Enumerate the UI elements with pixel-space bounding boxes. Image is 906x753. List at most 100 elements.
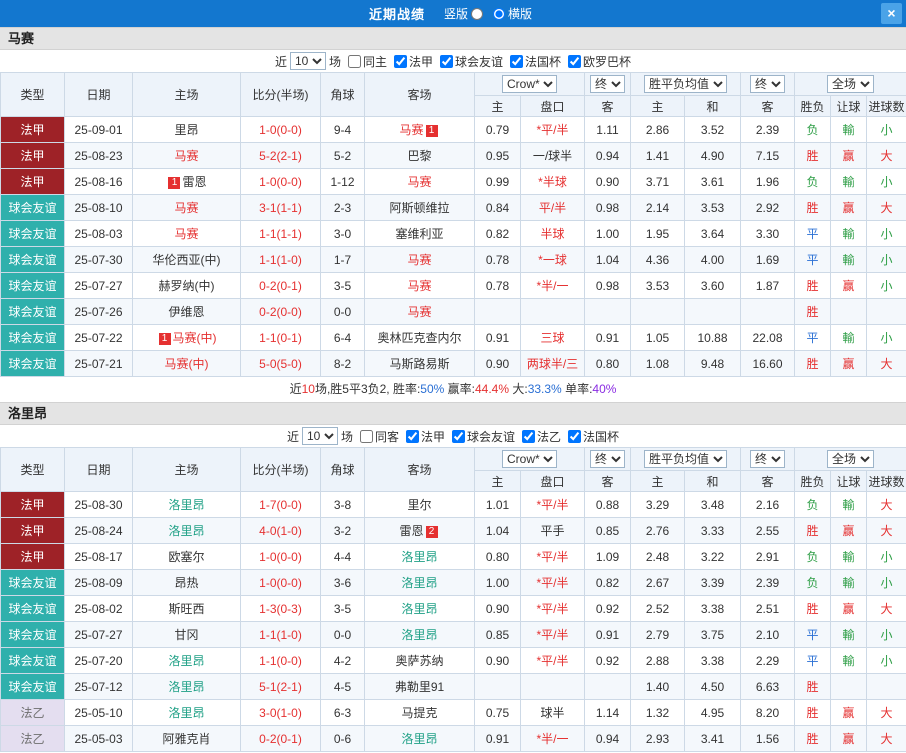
odds-away	[741, 299, 795, 325]
match-row: 球会友谊25-08-09昂热1-0(0-0)3-6洛里昂1.00*平/半0.82…	[1, 570, 906, 596]
corners: 4-5	[321, 674, 365, 700]
scope-select[interactable]: 全场	[827, 450, 874, 468]
avg-odds-select[interactable]: 胜平负均值	[644, 450, 727, 468]
rank-badge: 1	[426, 125, 438, 137]
final-odds-select[interactable]: 终	[590, 450, 625, 468]
result-goals: 小	[867, 570, 906, 596]
checkbox-input[interactable]	[510, 55, 523, 68]
away-team: 洛里昂	[365, 544, 475, 570]
score: 5-0(5-0)	[241, 351, 321, 377]
filter-checkbox-法国杯[interactable]: 法国杯	[510, 53, 561, 70]
handicap: *一球	[521, 247, 585, 273]
result-wdl: 胜	[795, 700, 831, 726]
final-odds-select[interactable]: 终	[590, 75, 625, 93]
summary-segment: 50%	[420, 382, 444, 396]
odds-draw: 3.39	[685, 570, 741, 596]
checkbox-input[interactable]	[360, 430, 373, 443]
filter-checkbox-球会友谊[interactable]: 球会友谊	[452, 428, 515, 445]
vertical-radio-input[interactable]	[471, 8, 483, 20]
score: 5-2(2-1)	[241, 143, 321, 169]
scope-select[interactable]: 全场	[827, 75, 874, 93]
match-type: 球会友谊	[1, 596, 65, 622]
team-name: 马赛(中)	[165, 357, 209, 371]
odds-home: 2.48	[631, 544, 685, 570]
team-name: 弗勒里91	[395, 680, 444, 694]
odds-source-select[interactable]: Crow*	[502, 450, 557, 468]
match-row: 法甲25-08-161雷恩1-0(0-0)1-12马赛0.99*半球0.903.…	[1, 169, 906, 195]
section-lorient: 洛里昂 近 10 场 同客法甲球会友谊法乙法国杯 类型 日期 主场 比分(半场	[0, 402, 906, 752]
subcol-odds-draw: 和	[685, 471, 741, 492]
match-date: 25-07-22	[65, 325, 133, 351]
checkbox-input[interactable]	[348, 55, 361, 68]
horizontal-radio-input[interactable]	[493, 8, 505, 20]
matches-table: 类型 日期 主场 比分(半场) 角球 客场 Crow* 终 胜平负均值	[0, 72, 906, 377]
filter-checkbox-同客[interactable]: 同客	[360, 428, 399, 445]
match-row: 球会友谊25-07-12洛里昂5-1(2-1)4-5弗勒里911.404.506…	[1, 674, 906, 700]
filter-checkbox-法甲[interactable]: 法甲	[394, 53, 433, 70]
summary-segment: 33.3%	[528, 382, 562, 396]
filter-checkbox-法乙[interactable]: 法乙	[522, 428, 561, 445]
checkbox-input[interactable]	[406, 430, 419, 443]
home-team: 里昂	[133, 117, 241, 143]
filter-checkbox-欧罗巴杯[interactable]: 欧罗巴杯	[568, 53, 631, 70]
home-team: 洛里昂	[133, 518, 241, 544]
checkbox-label: 法国杯	[525, 53, 561, 70]
team-name: 马赛	[407, 253, 431, 267]
recent-results-panel: 近期战绩 竖版 横版 × 马赛 近 10 场 同主法甲球会友谊法国杯欧罗巴杯	[0, 0, 906, 752]
away-team: 马赛	[365, 299, 475, 325]
match-date: 25-05-03	[65, 726, 133, 752]
odds-source-select[interactable]: Crow*	[502, 75, 557, 93]
handicap: 平/半	[521, 195, 585, 221]
layout-radio-horizontal[interactable]: 横版	[493, 5, 532, 22]
final-avg-select[interactable]: 终	[750, 450, 785, 468]
checkbox-input[interactable]	[522, 430, 535, 443]
home-team: 洛里昂	[133, 492, 241, 518]
team-name: 奥萨苏纳	[395, 654, 443, 668]
filter-checkbox-法国杯[interactable]: 法国杯	[568, 428, 619, 445]
home-team: 昂热	[133, 570, 241, 596]
result-goals: 小	[867, 325, 906, 351]
result-wdl: 胜	[795, 143, 831, 169]
checkbox-input[interactable]	[452, 430, 465, 443]
match-date: 25-07-30	[65, 247, 133, 273]
match-date: 25-07-21	[65, 351, 133, 377]
odds-away: 2.91	[741, 544, 795, 570]
filter-checkbox-同主[interactable]: 同主	[348, 53, 387, 70]
subcol-odds-away: 客	[741, 471, 795, 492]
subcol-odds-draw: 和	[685, 96, 741, 117]
match-row: 法乙25-05-03阿雅克肖0-2(0-1)0-6洛里昂0.91*半/一0.94…	[1, 726, 906, 752]
result-wdl: 平	[795, 648, 831, 674]
layout-radio-vertical[interactable]: 竖版	[444, 5, 483, 22]
odds-draw: 9.48	[685, 351, 741, 377]
result-goals	[867, 299, 906, 325]
filter-checkbox-球会友谊[interactable]: 球会友谊	[440, 53, 503, 70]
match-count-select[interactable]: 10	[302, 427, 338, 445]
result-handicap	[831, 299, 867, 325]
checkbox-input[interactable]	[568, 430, 581, 443]
final-avg-select[interactable]: 终	[750, 75, 785, 93]
checkbox-input[interactable]	[568, 55, 581, 68]
filter-checkbox-法甲[interactable]: 法甲	[406, 428, 445, 445]
match-type: 球会友谊	[1, 570, 65, 596]
avg-odds-select[interactable]: 胜平负均值	[644, 75, 727, 93]
away-water: 0.98	[585, 273, 631, 299]
checkbox-input[interactable]	[394, 55, 407, 68]
home-team: 马赛	[133, 195, 241, 221]
subcol-home-water: 主	[475, 471, 521, 492]
close-icon[interactable]: ×	[881, 3, 902, 24]
checkbox-label: 球会友谊	[455, 53, 503, 70]
odds-draw: 3.38	[685, 648, 741, 674]
odds-away: 7.15	[741, 143, 795, 169]
handicap	[521, 674, 585, 700]
match-date: 25-08-03	[65, 221, 133, 247]
result-handicap	[831, 674, 867, 700]
match-count-select[interactable]: 10	[290, 52, 326, 70]
match-date: 25-08-09	[65, 570, 133, 596]
home-water: 0.90	[475, 596, 521, 622]
score: 4-0(1-0)	[241, 518, 321, 544]
odds-home: 2.86	[631, 117, 685, 143]
home-water: 0.99	[475, 169, 521, 195]
checkbox-input[interactable]	[440, 55, 453, 68]
home-team: 伊维恩	[133, 299, 241, 325]
result-handicap: 輸	[831, 117, 867, 143]
